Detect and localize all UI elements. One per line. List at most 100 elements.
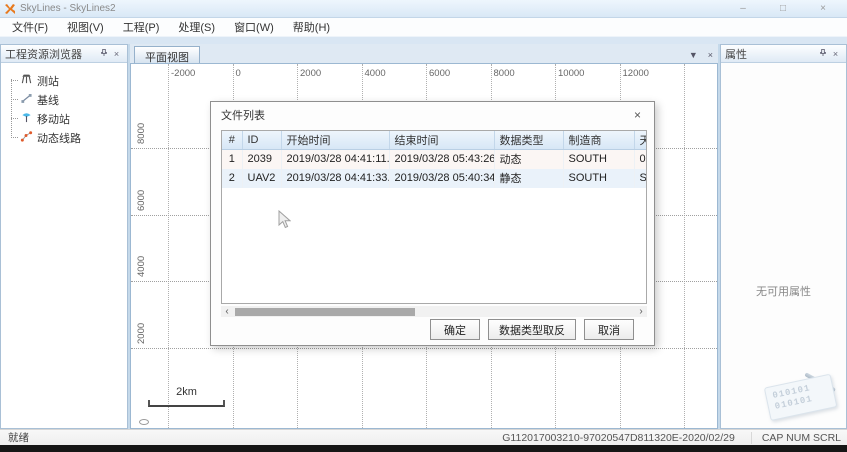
column-header[interactable]: 天	[634, 131, 647, 150]
tab-bar: 平面视图 ▼ ×	[130, 44, 718, 63]
resource-tree: 测站基线移动站动态线路	[1, 63, 127, 428]
gridline-vertical	[684, 64, 685, 428]
tree-item-baseline[interactable]: 基线	[1, 90, 127, 109]
tree-item-rover[interactable]: 移动站	[1, 109, 127, 128]
tree-item-station[interactable]: 测站	[1, 71, 127, 90]
table-cell: UAV2	[242, 169, 281, 188]
menu-item[interactable]: 窗口(W)	[226, 17, 282, 37]
table-cell: 2	[222, 169, 242, 188]
table-cell: S8	[634, 169, 647, 188]
no-properties-text: 无可用属性	[756, 283, 811, 299]
column-header[interactable]: 制造商	[563, 131, 634, 150]
table-row[interactable]: 2UAV22019/03/28 04:41:33.2002019/03/28 0…	[222, 169, 647, 188]
table-row[interactable]: 120392019/03/28 04:41:11.0002019/03/28 0…	[222, 150, 647, 169]
status-bar: 就绪 G112017003210-97020547D811320E-2020/0…	[0, 429, 847, 445]
origin-marker-icon	[139, 419, 149, 425]
project-resource-panel-header: 工程资源浏览器 ×	[1, 45, 127, 63]
dialog-title: 文件列表	[221, 107, 631, 123]
bottom-black-strip	[0, 445, 847, 452]
menu-item[interactable]: 处理(S)	[170, 17, 223, 37]
baseline-icon	[20, 92, 37, 107]
column-header[interactable]: #	[222, 131, 242, 150]
horizontal-scrollbar[interactable]: ‹ ›	[221, 306, 647, 317]
column-header[interactable]: 开始时间	[281, 131, 389, 150]
x-axis-tick-label: -2000	[171, 68, 195, 79]
table-cell: SOUTH	[563, 150, 634, 169]
cancel-button[interactable]: 取消	[584, 319, 634, 340]
scrollbar-thumb[interactable]	[235, 308, 415, 316]
close-button[interactable]: ×	[803, 3, 843, 14]
pin-icon[interactable]	[97, 48, 110, 59]
table-cell: 2019/03/28 05:43:26.000	[389, 150, 494, 169]
maximize-button[interactable]: □	[763, 3, 803, 14]
window-title: SkyLines - SkyLines2	[20, 3, 723, 14]
menu-item[interactable]: 文件(F)	[4, 17, 56, 37]
x-axis-tick-label: 12000	[623, 68, 649, 79]
gridline-vertical	[168, 64, 169, 428]
app-logo-icon	[4, 3, 16, 15]
properties-panel-title: 属性	[725, 46, 816, 62]
column-header[interactable]: 数据类型	[494, 131, 563, 150]
column-header[interactable]: 结束时间	[389, 131, 494, 150]
x-axis-tick-label: 6000	[429, 68, 450, 79]
table-cell: 2039	[242, 150, 281, 169]
table-cell: 2019/03/28 04:41:11.000	[281, 150, 389, 169]
scroll-right-icon[interactable]: ›	[635, 307, 647, 317]
ok-button[interactable]: 确定	[430, 319, 480, 340]
tree-item-route[interactable]: 动态线路	[1, 128, 127, 147]
x-axis-tick-label: 8000	[494, 68, 515, 79]
menu-item[interactable]: 视图(V)	[59, 17, 112, 37]
tab-dropdown-icon[interactable]: ▼	[684, 50, 703, 63]
file-list-dialog: 文件列表 × #ID开始时间结束时间数据类型制造商天 120392019/03/…	[210, 101, 655, 346]
file-table: #ID开始时间结束时间数据类型制造商天 120392019/03/28 04:4…	[222, 131, 647, 188]
column-header[interactable]: ID	[242, 131, 281, 150]
x-axis-tick-label: 2000	[300, 68, 321, 79]
table-cell: 1	[222, 150, 242, 169]
properties-panel-body: 无可用属性 010101 010101	[721, 63, 846, 428]
table-cell: SOUTH	[563, 169, 634, 188]
route-icon	[20, 130, 37, 145]
main-area: 工程资源浏览器 × 测站基线移动站动态线路 平面视图 ▼ × -20000200…	[0, 44, 847, 429]
tool-strip	[0, 36, 847, 44]
station-icon	[20, 73, 37, 88]
keyboard-state-indicators: CAP NUM SCRL	[751, 432, 841, 444]
center-area: 平面视图 ▼ × -200002000400060008000100001200…	[130, 44, 718, 429]
dialog-buttons: 确定 数据类型取反 取消	[430, 319, 634, 340]
table-cell: 静态	[494, 169, 563, 188]
scale-label: 2km	[148, 386, 225, 398]
menu-bar: 文件(F)视图(V)工程(P)处理(S)窗口(W)帮助(H)	[0, 18, 847, 36]
dialog-title-bar[interactable]: 文件列表 ×	[211, 102, 654, 128]
watermark-logo: 010101 010101	[765, 376, 843, 426]
panel-close-icon[interactable]: ×	[110, 49, 123, 59]
table-cell: 0	[634, 150, 647, 169]
status-ready-text: 就绪	[8, 430, 502, 445]
tab-plan-view[interactable]: 平面视图	[134, 46, 200, 63]
properties-panel-header: 属性 ×	[721, 45, 846, 63]
tree-item-label: 测站	[37, 73, 59, 89]
minimize-button[interactable]: –	[723, 3, 763, 14]
tree-item-label: 基线	[37, 92, 59, 108]
x-axis-tick-label: 0	[236, 68, 241, 79]
invert-data-type-button[interactable]: 数据类型取反	[488, 319, 576, 340]
y-axis-tick-label: 8000	[136, 123, 147, 144]
project-resource-panel-title: 工程资源浏览器	[5, 46, 97, 62]
panel-close-icon[interactable]: ×	[829, 49, 842, 59]
app-window: SkyLines - SkyLines2 – □ × 文件(F)视图(V)工程(…	[0, 0, 847, 452]
table-cell: 动态	[494, 150, 563, 169]
menu-item[interactable]: 帮助(H)	[285, 17, 338, 37]
y-axis-tick-label: 2000	[136, 322, 147, 343]
rover-icon	[20, 111, 37, 126]
table-cell: 2019/03/28 05:40:34.000	[389, 169, 494, 188]
title-bar: SkyLines - SkyLines2 – □ ×	[0, 0, 847, 18]
menu-item[interactable]: 工程(P)	[115, 17, 168, 37]
scroll-left-icon[interactable]: ‹	[221, 307, 233, 317]
map-scale-bar: 2km	[148, 386, 225, 407]
pin-icon[interactable]	[816, 48, 829, 59]
map-viewport[interactable]: -200002000400060008000100001200080006000…	[130, 63, 718, 429]
gridline-horizontal	[131, 348, 717, 349]
dialog-close-icon[interactable]: ×	[631, 108, 644, 122]
tab-close-icon[interactable]: ×	[703, 50, 718, 63]
mouse-cursor-icon	[278, 210, 291, 234]
properties-panel: 属性 × 无可用属性 010101 010101	[720, 44, 847, 429]
y-axis-tick-label: 4000	[136, 256, 147, 277]
